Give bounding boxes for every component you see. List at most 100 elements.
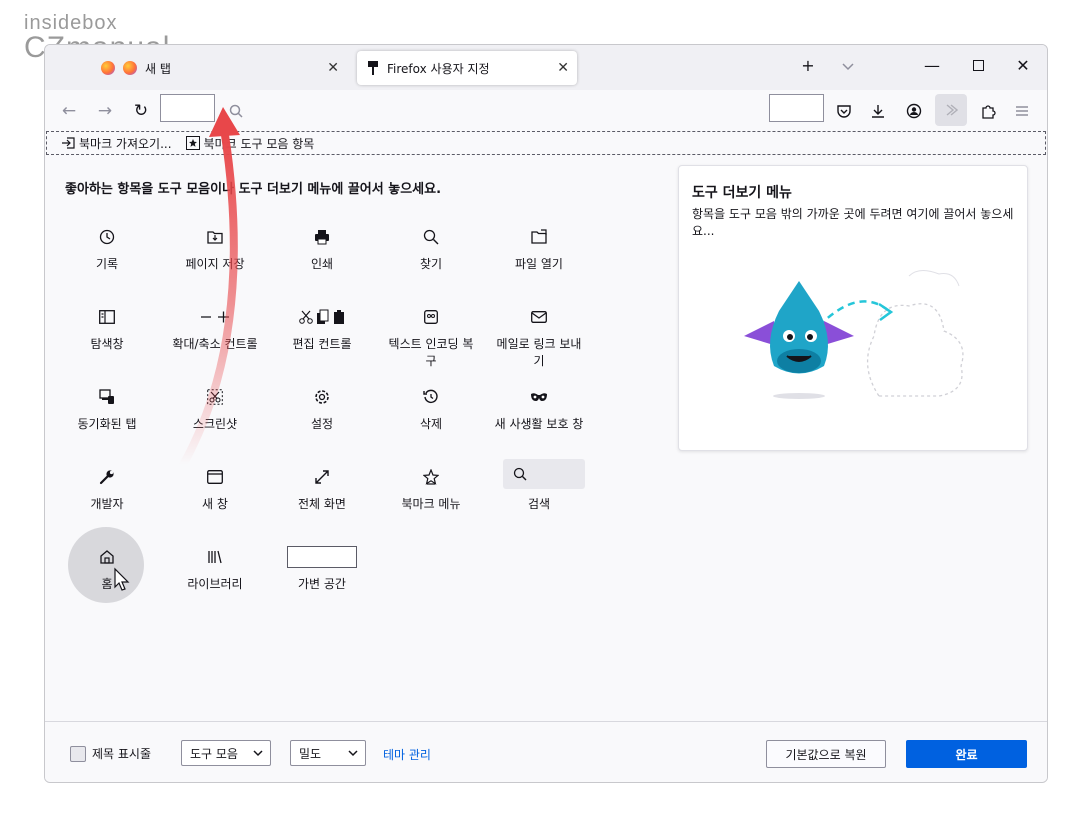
developer-icon bbox=[62, 465, 152, 489]
account-icon[interactable] bbox=[901, 98, 927, 124]
customize-footer: 제목 표시줄 도구 모음 밀도 테마 관리 기본값으로 복원 완료 bbox=[45, 721, 1047, 782]
edit-controls-icon bbox=[277, 305, 367, 329]
palette-item-label: 편집 컨트롤 bbox=[292, 337, 352, 351]
overflow-menu-icon[interactable] bbox=[935, 94, 967, 126]
overflow-panel-description: 항목을 도구 모음 밖의 가까운 곳에 두려면 여기에 끌어서 놓으세요... bbox=[692, 207, 1014, 238]
maximize-icon[interactable] bbox=[963, 51, 993, 81]
flexible-space-icon bbox=[277, 545, 367, 569]
find-icon bbox=[386, 225, 476, 249]
tab-strip: 새 탭 ✕ Firefox 사용자 지정 ✕ + — ✕ bbox=[45, 45, 1047, 90]
title-bar-checkbox[interactable] bbox=[70, 746, 86, 762]
firefox-icon bbox=[123, 61, 137, 75]
restore-defaults-button[interactable]: 기본값으로 복원 bbox=[766, 740, 886, 768]
bookmark-item-label: 북마크 가져오기... bbox=[79, 136, 172, 151]
palette-item-label: 검색 bbox=[527, 497, 551, 511]
palette-item-label: 설정 bbox=[310, 417, 334, 431]
overflow-panel-title: 도구 더보기 메뉴 bbox=[692, 185, 792, 201]
palette-item-email-link[interactable]: 메일로 링크 보내기 bbox=[494, 305, 584, 369]
palette-item-label: 파일 열기 bbox=[515, 257, 563, 271]
palette-item-label: 메일로 링크 보내기 bbox=[496, 337, 582, 368]
manage-themes-link[interactable]: 테마 관리 bbox=[383, 746, 431, 763]
palette-item-synced-tabs[interactable]: 동기화된 탭 bbox=[62, 385, 152, 432]
palette-item-label: 개발자 bbox=[90, 497, 124, 511]
palette-item-label: 삭제 bbox=[419, 417, 443, 431]
palette-item-forget[interactable]: 삭제 bbox=[386, 385, 476, 432]
reload-icon[interactable]: ↻ bbox=[128, 98, 154, 124]
done-button[interactable]: 완료 bbox=[906, 740, 1027, 768]
dragon-illustration bbox=[744, 270, 964, 399]
palette-item-label: 북마크 메뉴 bbox=[401, 497, 461, 511]
close-tab-icon[interactable]: ✕ bbox=[327, 60, 339, 76]
palette-item-settings[interactable]: 설정 bbox=[277, 385, 367, 432]
density-select-label: 밀도 bbox=[299, 746, 322, 761]
density-select[interactable]: 밀도 bbox=[290, 740, 366, 766]
toolbars-select[interactable]: 도구 모음 bbox=[181, 740, 271, 766]
synced-tabs-icon bbox=[62, 385, 152, 409]
history-icon bbox=[62, 225, 152, 249]
palette-item-label: 라이브러리 bbox=[187, 577, 243, 591]
palette-item-edit-controls[interactable]: 편집 컨트롤 bbox=[277, 305, 367, 352]
palette-item-label: 인쇄 bbox=[310, 257, 334, 271]
search-box-preview bbox=[494, 459, 585, 489]
forget-icon bbox=[386, 385, 476, 409]
bookmark-menu-icon bbox=[386, 465, 476, 489]
palette-item-developer[interactable]: 개발자 bbox=[62, 465, 152, 512]
palette-item-bookmark-menu[interactable]: 북마크 메뉴 bbox=[386, 465, 476, 512]
palette-item-search[interactable]: 검색 bbox=[494, 459, 585, 512]
palette-item-private-window[interactable]: 새 사생활 보호 창 bbox=[494, 385, 584, 432]
back-icon[interactable]: ← bbox=[56, 98, 82, 124]
text-encoding-icon bbox=[386, 305, 476, 329]
sidebar-icon bbox=[62, 305, 152, 329]
chevron-down-icon bbox=[348, 750, 358, 757]
palette-item-label: 기록 bbox=[95, 257, 119, 271]
palette-item-find[interactable]: 찾기 bbox=[386, 225, 476, 272]
list-tabs-icon[interactable] bbox=[833, 51, 863, 81]
library-icon bbox=[170, 545, 260, 569]
palette-item-label: 찾기 bbox=[419, 257, 443, 271]
drag-arrow-annotation bbox=[179, 107, 240, 469]
browser-window: 새 탭 ✕ Firefox 사용자 지정 ✕ + — ✕ ← → ↻ 북마크 가… bbox=[44, 44, 1048, 783]
forward-icon[interactable]: → bbox=[92, 98, 118, 124]
palette-item-label: 탐색창 bbox=[90, 337, 124, 351]
palette-item-label: 동기화된 탭 bbox=[77, 417, 137, 431]
fullscreen-icon bbox=[277, 465, 367, 489]
tab-customize[interactable]: Firefox 사용자 지정 ✕ bbox=[357, 51, 577, 85]
import-bookmarks-item[interactable]: 북마크 가져오기... bbox=[61, 135, 172, 152]
search-icon bbox=[513, 467, 527, 481]
mouse-cursor-icon bbox=[114, 567, 130, 591]
paintbrush-icon bbox=[368, 61, 378, 75]
new-tab-icon[interactable]: + bbox=[793, 51, 823, 81]
open-file-icon bbox=[494, 225, 584, 249]
import-icon bbox=[62, 137, 75, 149]
palette-item-print[interactable]: 인쇄 bbox=[277, 225, 367, 272]
palette-item-label: 새 사생활 보호 창 bbox=[494, 417, 584, 431]
palette-item-home[interactable]: 홈 bbox=[62, 545, 152, 592]
palette-item-label: 가변 공간 bbox=[298, 577, 346, 591]
tab-label: Firefox 사용자 지정 bbox=[387, 61, 490, 76]
firefox-icon bbox=[101, 61, 115, 75]
tab-new-tab[interactable]: 새 탭 ✕ bbox=[95, 51, 347, 85]
palette-item-fullscreen[interactable]: 전체 화면 bbox=[277, 465, 367, 512]
title-bar-checkbox-label: 제목 표시줄 bbox=[92, 747, 152, 761]
tab-label: 새 탭 bbox=[145, 61, 171, 76]
palette-item-label: 홈 bbox=[101, 577, 113, 591]
palette-item-sidebar[interactable]: 탐색창 bbox=[62, 305, 152, 352]
settings-icon bbox=[277, 385, 367, 409]
palette-item-history[interactable]: 기록 bbox=[62, 225, 152, 272]
close-tab-icon[interactable]: ✕ bbox=[557, 60, 569, 76]
window-close-icon[interactable]: ✕ bbox=[1008, 51, 1038, 81]
palette-item-text-encoding[interactable]: 텍스트 인코딩 복구 bbox=[386, 305, 476, 369]
extensions-icon[interactable] bbox=[975, 98, 1001, 124]
palette-item-open-file[interactable]: 파일 열기 bbox=[494, 225, 584, 272]
palette-item-library[interactable]: 라이브러리 bbox=[170, 545, 260, 592]
palette-item-label: 텍스트 인코딩 복구 bbox=[388, 337, 474, 368]
minimize-icon[interactable]: — bbox=[917, 51, 947, 81]
pocket-icon[interactable] bbox=[831, 98, 857, 124]
hamburger-menu-icon[interactable] bbox=[1009, 98, 1035, 124]
private-window-icon bbox=[494, 385, 584, 409]
palette-item-label: 새 창 bbox=[202, 497, 228, 511]
downloads-icon[interactable] bbox=[865, 98, 891, 124]
palette-item-flexible-space[interactable]: 가변 공간 bbox=[277, 545, 367, 592]
chevron-down-icon bbox=[253, 750, 263, 757]
flexible-space-placeholder[interactable] bbox=[769, 94, 824, 122]
